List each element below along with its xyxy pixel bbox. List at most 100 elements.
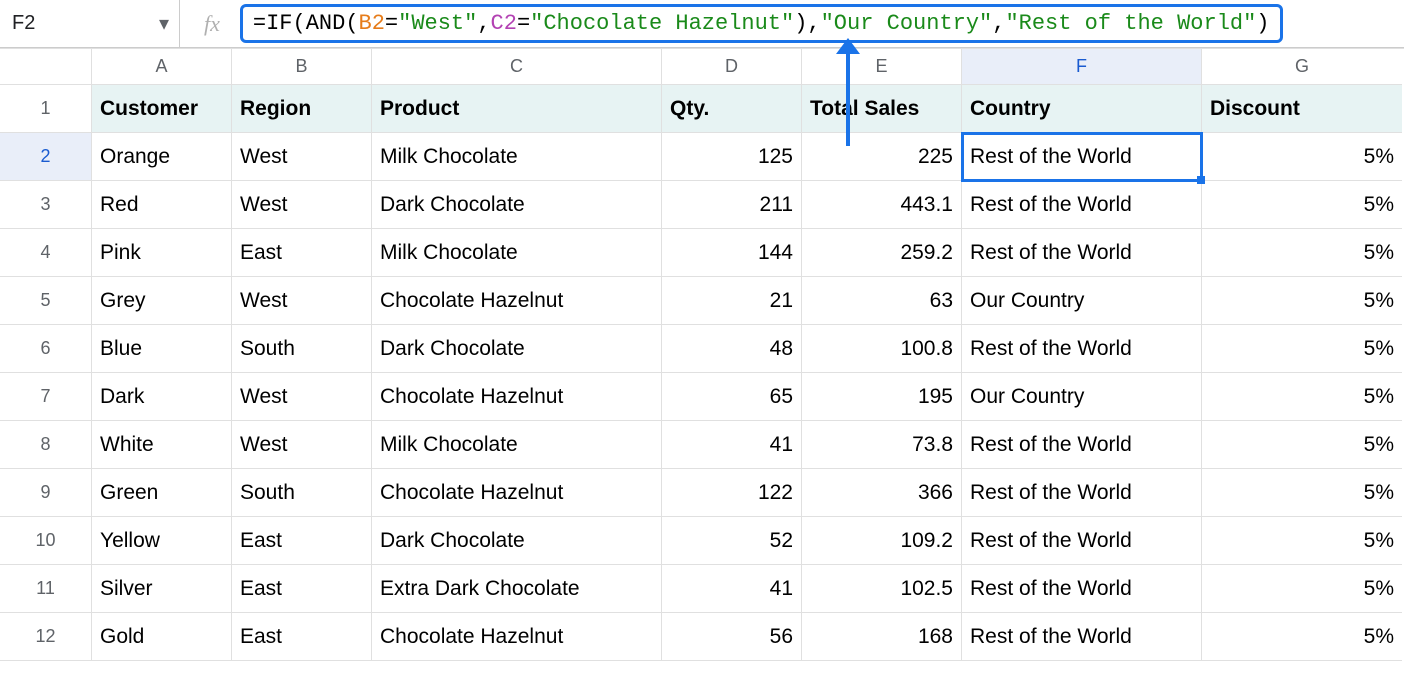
row-header[interactable]: 8 [0,421,92,469]
row-header[interactable]: 1 [0,85,92,133]
cell[interactable]: 56 [662,613,802,661]
column-header[interactable]: C [372,49,662,85]
cell[interactable]: 5% [1202,373,1402,421]
header-cell[interactable]: Product [372,85,662,133]
cell[interactable]: South [232,469,372,517]
name-box[interactable]: F2 ▾ [0,0,180,47]
row-header[interactable]: 5 [0,277,92,325]
cell[interactable]: West [232,133,372,181]
cell[interactable]: 5% [1202,277,1402,325]
row-header[interactable]: 6 [0,325,92,373]
header-cell[interactable]: Qty. [662,85,802,133]
cell[interactable]: Rest of the World [962,181,1202,229]
header-cell[interactable]: Country [962,85,1202,133]
cell[interactable]: Extra Dark Chocolate [372,565,662,613]
column-header[interactable]: E [802,49,962,85]
header-cell[interactable]: Region [232,85,372,133]
cell[interactable]: 5% [1202,469,1402,517]
cell[interactable]: Rest of the World [962,229,1202,277]
cell[interactable]: Pink [92,229,232,277]
cell[interactable]: 5% [1202,517,1402,565]
cell[interactable]: Our Country [962,373,1202,421]
cell[interactable]: 65 [662,373,802,421]
cell[interactable]: 366 [802,469,962,517]
name-box-dropdown-icon[interactable]: ▾ [159,11,169,36]
row-header[interactable]: 3 [0,181,92,229]
cell[interactable]: West [232,181,372,229]
cell[interactable]: 5% [1202,229,1402,277]
cell[interactable]: 225 [802,133,962,181]
cell[interactable]: 5% [1202,325,1402,373]
cell[interactable]: Chocolate Hazelnut [372,373,662,421]
row-header[interactable]: 10 [0,517,92,565]
cell[interactable]: 100.8 [802,325,962,373]
cell[interactable]: 195 [802,373,962,421]
cell[interactable]: 21 [662,277,802,325]
row-header[interactable]: 9 [0,469,92,517]
cell[interactable]: Red [92,181,232,229]
cell[interactable]: 48 [662,325,802,373]
cell[interactable]: Green [92,469,232,517]
header-cell[interactable]: Customer [92,85,232,133]
cell[interactable]: 41 [662,565,802,613]
cell[interactable]: 73.8 [802,421,962,469]
column-header[interactable]: D [662,49,802,85]
cell[interactable]: 41 [662,421,802,469]
cell[interactable]: 109.2 [802,517,962,565]
row-header[interactable]: 7 [0,373,92,421]
cell[interactable]: Gold [92,613,232,661]
cell[interactable]: 259.2 [802,229,962,277]
cell[interactable]: 443.1 [802,181,962,229]
cell[interactable]: Rest of the World [962,565,1202,613]
cell[interactable]: Orange [92,133,232,181]
cell[interactable]: Dark Chocolate [372,181,662,229]
cell[interactable]: Rest of the World [962,469,1202,517]
header-cell[interactable]: Discount [1202,85,1402,133]
cell[interactable]: 5% [1202,421,1402,469]
formula-bar[interactable]: =IF(AND(B2="West",C2="Chocolate Hazelnut… [240,0,1404,47]
cell[interactable]: Rest of the World [962,613,1202,661]
column-header[interactable]: G [1202,49,1402,85]
cell[interactable]: 5% [1202,565,1402,613]
cell[interactable]: Dark Chocolate [372,517,662,565]
cell[interactable]: 5% [1202,133,1402,181]
select-all-corner[interactable] [0,49,92,85]
formula-text[interactable]: =IF(AND(B2="West",C2="Chocolate Hazelnut… [240,4,1283,43]
cell[interactable]: East [232,229,372,277]
cell[interactable]: Chocolate Hazelnut [372,613,662,661]
cell[interactable]: East [232,613,372,661]
spreadsheet-grid[interactable]: ABCDEFG1CustomerRegionProductQty.Total S… [0,48,1404,661]
cell[interactable]: Milk Chocolate [372,133,662,181]
cell[interactable]: 211 [662,181,802,229]
row-header[interactable]: 12 [0,613,92,661]
cell[interactable]: East [232,565,372,613]
cell[interactable]: 5% [1202,181,1402,229]
cell[interactable]: Blue [92,325,232,373]
cell[interactable]: Rest of the World [962,517,1202,565]
cell[interactable]: South [232,325,372,373]
cell[interactable]: 168 [802,613,962,661]
cell[interactable]: Rest of the World [962,325,1202,373]
cell[interactable]: Dark [92,373,232,421]
column-header[interactable]: B [232,49,372,85]
cell[interactable]: West [232,421,372,469]
cell[interactable]: Milk Chocolate [372,229,662,277]
cell[interactable]: 144 [662,229,802,277]
row-header[interactable]: 2 [0,133,92,181]
cell[interactable]: West [232,277,372,325]
cell[interactable]: 5% [1202,613,1402,661]
row-header[interactable]: 4 [0,229,92,277]
cell[interactable]: Rest of the World [962,421,1202,469]
cell[interactable]: Silver [92,565,232,613]
cell[interactable]: 52 [662,517,802,565]
cell[interactable]: Yellow [92,517,232,565]
cell[interactable]: 125 [662,133,802,181]
cell[interactable]: Milk Chocolate [372,421,662,469]
cell[interactable]: Rest of the World [962,133,1202,181]
cell[interactable]: Dark Chocolate [372,325,662,373]
cell[interactable]: East [232,517,372,565]
cell[interactable]: 122 [662,469,802,517]
cell[interactable]: 63 [802,277,962,325]
cell[interactable]: Chocolate Hazelnut [372,469,662,517]
cell[interactable]: 102.5 [802,565,962,613]
